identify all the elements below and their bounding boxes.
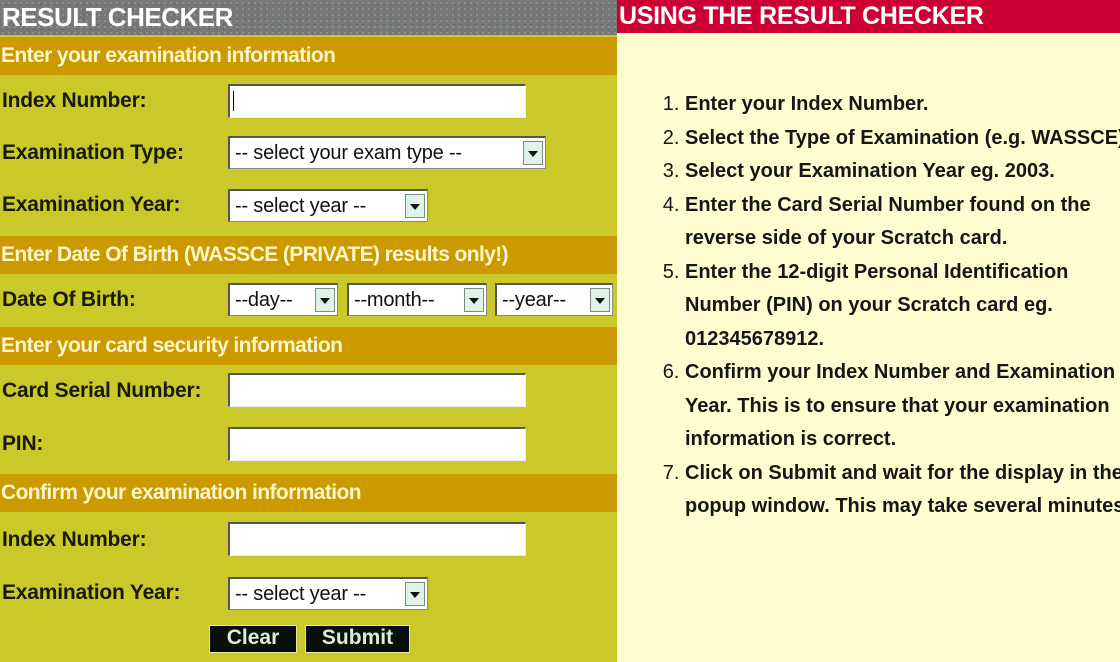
section-card-security: Enter your card security information [0, 327, 617, 365]
pin-label: PIN: [2, 432, 44, 455]
pin-input[interactable] [228, 427, 526, 461]
dob-day-select[interactable]: --day-- [228, 283, 338, 316]
confirm-year-select[interactable]: -- select year -- [228, 577, 428, 610]
index-number-label: Index Number: [2, 89, 147, 112]
chevron-down-icon[interactable] [523, 141, 543, 165]
instruction-step: Click on Submit and wait for the display… [685, 457, 1120, 524]
exam-year-label: Examination Year: [2, 193, 181, 216]
instructions-title: USING THE RESULT CHECKER [619, 2, 984, 30]
result-checker-header: RESULT CHECKER [0, 0, 617, 35]
card-serial-label: Card Serial Number: [2, 379, 202, 402]
dob-year-select[interactable]: --year-- [495, 283, 613, 316]
exam-year-value: -- select year -- [235, 195, 367, 217]
chevron-down-icon[interactable] [590, 288, 610, 312]
confirm-year-label: Examination Year: [2, 581, 181, 604]
instruction-step: Select your Examination Year eg. 2003. [685, 155, 1120, 189]
dob-label: Date Of Birth: [2, 288, 136, 311]
chevron-down-icon[interactable] [315, 288, 335, 312]
instructions-panel: USING THE RESULT CHECKER Enter your Inde… [617, 0, 1120, 662]
result-checker-form: RESULT CHECKER Enter your examination in… [0, 0, 617, 662]
card-serial-input[interactable] [228, 373, 526, 407]
index-number-input[interactable] [228, 84, 526, 118]
confirm-year-value: -- select year -- [235, 583, 367, 605]
section-exam-info: Enter your examination information [0, 37, 617, 75]
dob-month-select[interactable]: --month-- [347, 283, 487, 316]
chevron-down-icon[interactable] [405, 582, 425, 606]
chevron-down-icon[interactable] [464, 288, 484, 312]
exam-year-select[interactable]: -- select year -- [228, 189, 428, 222]
exam-type-select[interactable]: -- select your exam type -- [228, 136, 546, 169]
exam-type-value: -- select your exam type -- [235, 142, 462, 164]
section-dob: Enter Date Of Birth (WASSCE (PRIVATE) re… [0, 236, 617, 274]
dob-day-value: --day-- [235, 289, 293, 311]
instruction-step: Enter the 12-digit Personal Identificati… [685, 256, 1120, 357]
dob-year-value: --year-- [502, 289, 566, 311]
instructions-header: USING THE RESULT CHECKER [617, 0, 1120, 33]
exam-type-label: Examination Type: [2, 141, 184, 164]
section-confirm: Confirm your examination information [0, 474, 617, 512]
confirm-index-label: Index Number: [2, 528, 147, 551]
chevron-down-icon[interactable] [405, 194, 425, 218]
clear-button[interactable]: Clear [209, 625, 297, 653]
dob-month-value: --month-- [354, 289, 435, 311]
instructions-list: Enter your Index Number. Select the Type… [657, 88, 1120, 524]
result-checker-title: RESULT CHECKER [2, 2, 233, 32]
instruction-step: Enter the Card Serial Number found on th… [685, 189, 1120, 256]
confirm-index-input[interactable] [228, 522, 526, 556]
instruction-step: Enter your Index Number. [685, 88, 1120, 122]
instruction-step: Confirm your Index Number and Examinatio… [685, 356, 1120, 457]
instruction-step: Select the Type of Examination (e.g. WAS… [685, 122, 1120, 156]
submit-button[interactable]: Submit [305, 625, 410, 653]
